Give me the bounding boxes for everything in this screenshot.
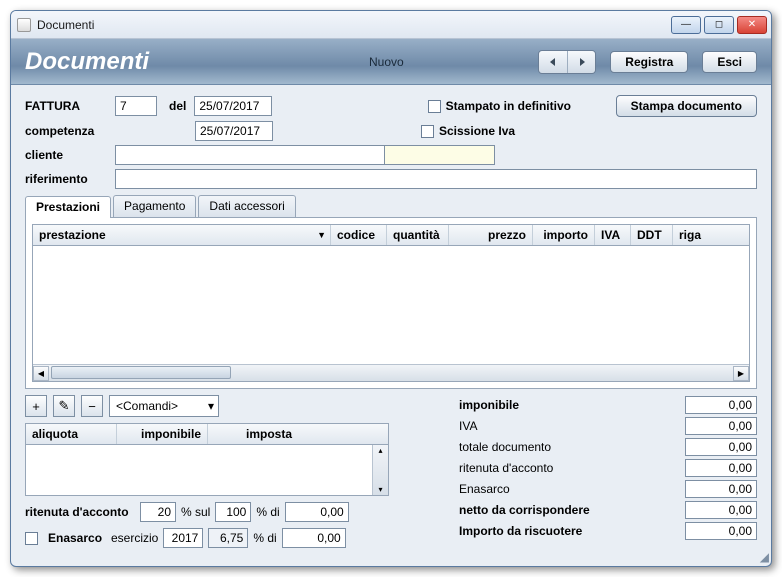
scroll-right-icon[interactable]: ▶ <box>733 366 749 381</box>
esci-button[interactable]: Esci <box>702 51 757 73</box>
stampato-label: Stampato in definitivo <box>446 99 616 113</box>
col-prezzo[interactable]: prezzo <box>449 225 533 245</box>
totals: imponibile 0,00 IVA 0,00 totale document… <box>457 395 757 542</box>
grid-body[interactable] <box>33 246 749 364</box>
tot-netto-value: 0,00 <box>685 501 757 519</box>
tot-iva-label: IVA <box>457 419 685 433</box>
chevron-down-icon: ▾ <box>208 399 214 413</box>
scroll-left-icon[interactable]: ◀ <box>33 366 49 381</box>
banner-title: Documenti <box>25 48 355 76</box>
riferimento-input[interactable] <box>115 169 757 189</box>
col-importo[interactable]: importo <box>533 225 595 245</box>
prestazioni-grid[interactable]: prestazione ▼ codice quantità prezzo imp… <box>32 224 750 382</box>
tab-pagamento[interactable]: Pagamento <box>113 195 196 217</box>
h-scrollbar[interactable]: ◀ ▶ <box>33 364 749 381</box>
tot-imponibile-value: 0,00 <box>685 396 757 414</box>
col-quantita[interactable]: quantità <box>387 225 449 245</box>
pct-sul-label: % sul <box>181 505 210 519</box>
cliente-code-input[interactable] <box>385 145 495 165</box>
scissione-label: Scissione Iva <box>439 124 609 138</box>
minimize-button[interactable]: — <box>671 16 701 34</box>
grid-header: prestazione ▼ codice quantità prezzo imp… <box>33 225 749 246</box>
ritenuta-base-input[interactable] <box>215 502 251 522</box>
next-record-button[interactable] <box>567 51 595 73</box>
document-window: Documenti — ◻ ✕ Documenti Nuovo Registra… <box>10 10 772 567</box>
prev-record-button[interactable] <box>539 51 567 73</box>
del-label: del <box>169 99 186 113</box>
tot-netto-label: netto da corrispondere <box>457 503 685 517</box>
col-imponibile[interactable]: imponibile <box>117 424 208 444</box>
tot-enasarco-value: 0,00 <box>685 480 757 498</box>
enasarco-checkbox[interactable] <box>25 532 38 545</box>
competenza-input[interactable] <box>195 121 273 141</box>
edit-row-button[interactable]: ✎ <box>53 395 75 417</box>
iva-grid-body[interactable]: ▴▾ <box>26 445 388 495</box>
banner: Documenti Nuovo Registra Esci <box>11 39 771 85</box>
record-status: Nuovo <box>369 55 404 69</box>
enasarco-pct-di-label: % di <box>253 531 276 545</box>
registra-button[interactable]: Registra <box>610 51 688 73</box>
tot-riscuotere-label: Importo da riscuotere <box>457 524 685 538</box>
form-area: FATTURA del Stampato in definitivo Stamp… <box>11 85 771 189</box>
enasarco-label: Enasarco <box>48 531 106 545</box>
app-icon <box>17 18 31 32</box>
tot-ritenuta-label: ritenuta d'acconto <box>457 461 685 475</box>
comandi-label: <Comandi> <box>116 399 178 413</box>
tot-iva-value: 0,00 <box>685 417 757 435</box>
close-button[interactable]: ✕ <box>737 16 767 34</box>
stampa-documento-button[interactable]: Stampa documento <box>616 95 757 117</box>
titlebar: Documenti — ◻ ✕ <box>11 11 771 39</box>
scroll-thumb[interactable] <box>51 366 231 379</box>
ritenuta-amount-input[interactable] <box>285 502 349 522</box>
resize-grip-icon[interactable]: ◢ <box>760 550 769 564</box>
col-aliquota[interactable]: aliquota <box>26 424 117 444</box>
ritenuta-pct-input[interactable] <box>140 502 176 522</box>
tab-prestazioni[interactable]: Prestazioni <box>25 196 111 218</box>
tab-dati-accessori[interactable]: Dati accessori <box>198 195 295 217</box>
lower-section: + ✎ − <Comandi> ▾ aliquota imponibile im… <box>11 389 771 558</box>
maximize-button[interactable]: ◻ <box>704 16 734 34</box>
tot-enasarco-label: Enasarco <box>457 482 685 496</box>
tot-doc-value: 0,00 <box>685 438 757 456</box>
tot-doc-label: totale documento <box>457 440 685 454</box>
add-row-button[interactable]: + <box>25 395 47 417</box>
cliente-label: cliente <box>25 148 115 162</box>
col-imposta[interactable]: imposta <box>208 424 298 444</box>
tot-imponibile-label: imponibile <box>457 398 685 412</box>
dropdown-icon: ▼ <box>317 230 326 240</box>
esercizio-label: esercizio <box>111 531 158 545</box>
enasarco-amount-input[interactable] <box>282 528 346 548</box>
esercizio-input[interactable] <box>163 528 203 548</box>
nav-pair <box>538 50 596 74</box>
tot-ritenuta-value: 0,00 <box>685 459 757 477</box>
col-prestazione[interactable]: prestazione ▼ <box>33 225 331 245</box>
col-iva[interactable]: IVA <box>595 225 631 245</box>
tot-riscuotere-value: 0,00 <box>685 522 757 540</box>
window-title: Documenti <box>37 18 671 32</box>
doc-number-input[interactable] <box>115 96 157 116</box>
pct-di-label: % di <box>256 505 279 519</box>
col-ddt[interactable]: DDT <box>631 225 673 245</box>
scroll-track[interactable] <box>49 366 733 381</box>
tab-panel: prestazione ▼ codice quantità prezzo imp… <box>25 218 757 389</box>
cliente-input[interactable] <box>115 145 385 165</box>
scissione-checkbox[interactable] <box>421 125 434 138</box>
col-codice[interactable]: codice <box>331 225 387 245</box>
riferimento-label: riferimento <box>25 172 115 186</box>
enasarco-rate <box>208 528 248 548</box>
competenza-label: competenza <box>25 124 115 138</box>
doc-date-input[interactable] <box>194 96 272 116</box>
ritenuta-label: ritenuta d'acconto <box>25 505 135 519</box>
v-scrollbar[interactable]: ▴▾ <box>372 445 388 495</box>
stampato-checkbox[interactable] <box>428 100 441 113</box>
tabs: Prestazioni Pagamento Dati accessori <box>25 195 757 218</box>
doc-type-label: FATTURA <box>25 99 115 113</box>
comandi-combo[interactable]: <Comandi> ▾ <box>109 395 219 417</box>
delete-row-button[interactable]: − <box>81 395 103 417</box>
col-riga[interactable]: riga <box>673 225 749 245</box>
iva-grid[interactable]: aliquota imponibile imposta ▴▾ <box>25 423 389 496</box>
